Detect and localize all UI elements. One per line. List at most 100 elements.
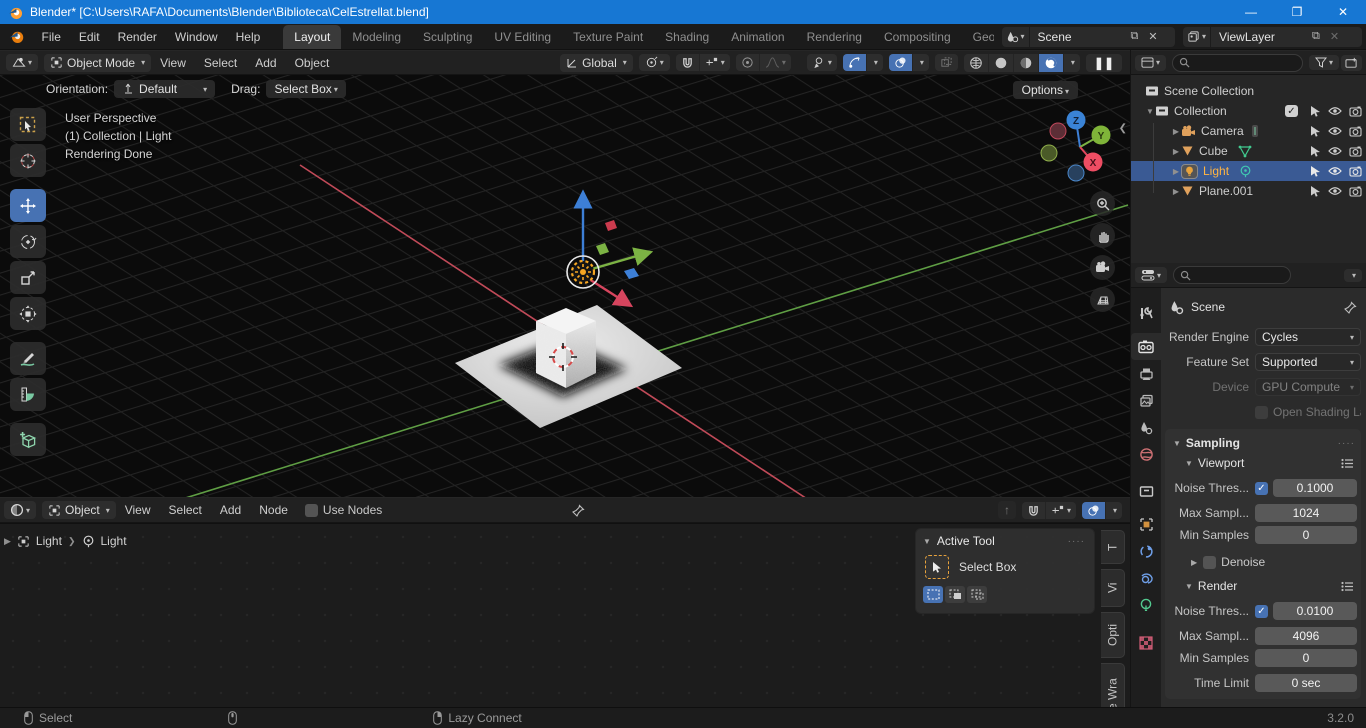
shader-menu-view[interactable]: View	[116, 500, 160, 520]
tab-sculpting[interactable]: Sculpting	[412, 25, 483, 49]
tab-animation[interactable]: Animation	[720, 25, 795, 49]
shading-material-button[interactable]	[1014, 53, 1039, 72]
outliner-row-collection[interactable]: ▼ Collection ✓	[1131, 101, 1366, 121]
properties-search-input[interactable]	[1173, 266, 1292, 284]
render-camera-icon[interactable]	[1349, 126, 1362, 137]
select-box-tool-icon[interactable]	[925, 555, 949, 579]
ortho-perspective-icon[interactable]	[1090, 287, 1115, 312]
tab-collection-props[interactable]	[1131, 478, 1161, 505]
collection-checkbox[interactable]: ✓	[1285, 105, 1298, 117]
rd-min-samples-value[interactable]: 0	[1255, 649, 1357, 667]
editor-type-button[interactable]: ▾	[6, 54, 39, 71]
vp-noise-threshold-checkbox[interactable]: ✓	[1255, 481, 1268, 495]
close-button[interactable]: ✕	[1320, 0, 1366, 24]
tool-rotate[interactable]	[10, 225, 46, 258]
visibility-eye-icon[interactable]	[1328, 166, 1342, 176]
viewport-menu-select[interactable]: Select	[195, 53, 246, 73]
tool-select-box[interactable]	[10, 108, 46, 141]
shader-editor-type-button[interactable]: ▾	[4, 501, 37, 519]
new-collection-button[interactable]	[1341, 54, 1362, 71]
rd-time-limit-value[interactable]: 0 sec	[1255, 674, 1357, 692]
plane-expand-arrow[interactable]: ▶	[1171, 187, 1181, 196]
outliner-row-camera[interactable]: ▶ Camera	[1131, 121, 1366, 141]
menu-render[interactable]: Render	[109, 26, 166, 48]
tab-texture[interactable]	[1131, 629, 1161, 656]
cube-expand-arrow[interactable]: ▶	[1171, 147, 1181, 156]
transform-orientation-dropdown[interactable]: Global ▾	[560, 53, 633, 72]
feature-set-dropdown[interactable]: Supported ▾	[1255, 353, 1361, 371]
shading-rendered-button[interactable]	[1038, 53, 1064, 72]
scene-copy-icon[interactable]: ⧉	[1126, 30, 1144, 43]
visibility-eye-icon[interactable]	[1328, 146, 1342, 156]
selectable-icon[interactable]	[1310, 125, 1321, 137]
vp-noise-threshold-value[interactable]: 0.1000	[1273, 479, 1357, 497]
viewport-menu-view[interactable]: View	[151, 53, 195, 73]
scene-browse-icon[interactable]: ▾	[1002, 26, 1030, 47]
region-collapse-arrow[interactable]: ❮	[1119, 123, 1127, 134]
shading-solid-button[interactable]	[989, 53, 1014, 72]
filter-dropdown[interactable]: ▾	[1308, 55, 1339, 70]
shader-type-dropdown[interactable]: Object ▾	[42, 501, 116, 519]
snap-toggle[interactable]	[676, 54, 700, 71]
select-mode-extend[interactable]	[945, 586, 965, 603]
menu-edit[interactable]: Edit	[70, 26, 109, 48]
preset-list-icon[interactable]	[1341, 458, 1353, 469]
viewlayer-copy-icon[interactable]: ⧉	[1307, 30, 1325, 43]
tab-output[interactable]	[1131, 360, 1161, 387]
tool-cursor[interactable]	[10, 144, 46, 177]
tab-shading[interactable]: Shading	[654, 25, 720, 49]
menu-file[interactable]: File	[33, 26, 70, 48]
outliner-row-plane[interactable]: ▶ Plane.001	[1131, 181, 1366, 201]
chevron-right-icon[interactable]: ▶	[1191, 558, 1197, 567]
tab-modeling[interactable]: Modeling	[341, 25, 412, 49]
properties-breadcrumb[interactable]: Scene	[1191, 300, 1225, 314]
blender-menu-icon[interactable]	[9, 28, 25, 45]
render-subpanel-header[interactable]: ▼ Render	[1165, 576, 1357, 596]
outliner-row-light[interactable]: ▶ Light	[1131, 161, 1366, 181]
overlays-dropdown[interactable]: ▾	[913, 54, 929, 71]
shader-editor-canvas[interactable]: ▶ Light ❯ Light ▼ Active Tool ···· Selec…	[0, 523, 1130, 728]
viewport-menu-object[interactable]: Object	[286, 53, 339, 73]
tab-rendering[interactable]: Rendering	[796, 25, 873, 49]
properties-editor-type-button[interactable]: ▾	[1135, 267, 1168, 283]
viewlayer-browse-icon[interactable]: ▾	[1183, 26, 1212, 47]
sidebar-tab-options[interactable]: Opti	[1101, 612, 1125, 658]
tab-uv-editing[interactable]: UV Editing	[483, 25, 562, 49]
render-camera-icon[interactable]	[1349, 106, 1362, 117]
tool-add-primitive[interactable]	[10, 423, 46, 456]
tab-world[interactable]	[1131, 441, 1161, 468]
sampling-panel-header[interactable]: ▼ Sampling ····	[1165, 433, 1357, 453]
tab-layout[interactable]: Layout	[283, 25, 342, 49]
tool-measure[interactable]	[10, 378, 46, 411]
sidebar-tab-view[interactable]: Vi	[1101, 569, 1125, 607]
minimize-button[interactable]: —	[1228, 0, 1274, 24]
shader-snap-toggle[interactable]	[1022, 501, 1046, 519]
camera-expand-arrow[interactable]: ▶	[1171, 127, 1181, 136]
show-gizmo-visibility-dropdown[interactable]: ▾	[807, 54, 837, 71]
outliner-editor-type-button[interactable]: ▾	[1135, 54, 1167, 71]
mode-dropdown[interactable]: Object Mode ▾	[44, 53, 152, 72]
selectable-icon[interactable]	[1310, 165, 1321, 177]
show-gizmos-toggle[interactable]	[842, 54, 867, 71]
render-camera-icon[interactable]	[1349, 186, 1362, 197]
panel-grip[interactable]: ····	[1338, 438, 1355, 449]
selectable-icon[interactable]	[1310, 145, 1321, 157]
menu-help[interactable]: Help	[227, 26, 270, 48]
rd-max-samples-value[interactable]: 4096	[1255, 627, 1357, 645]
camera-view-icon[interactable]	[1090, 255, 1115, 280]
axis-z-neg-ball[interactable]	[1067, 164, 1085, 182]
tab-view-layer[interactable]	[1131, 387, 1161, 414]
sidebar-tab-tool[interactable]: T	[1101, 530, 1125, 564]
zoom-icon[interactable]	[1090, 191, 1115, 216]
shading-wireframe-button[interactable]	[964, 53, 989, 72]
tool-annotate[interactable]	[10, 342, 46, 375]
viewport-3d[interactable]: Orientation: Default ▾ Drag: Select Box ▾ …	[0, 75, 1130, 497]
outliner-search-input[interactable]	[1172, 53, 1303, 72]
properties-options-dropdown[interactable]: ▾	[1343, 268, 1362, 282]
vp-denoise-checkbox[interactable]	[1203, 555, 1217, 569]
tab-scene[interactable]	[1131, 414, 1161, 441]
tab-render[interactable]	[1131, 333, 1161, 360]
viewlayer-name[interactable]: ViewLayer	[1211, 30, 1307, 44]
shading-dropdown[interactable]: ▾	[1064, 54, 1080, 72]
menu-window[interactable]: Window	[166, 26, 227, 48]
